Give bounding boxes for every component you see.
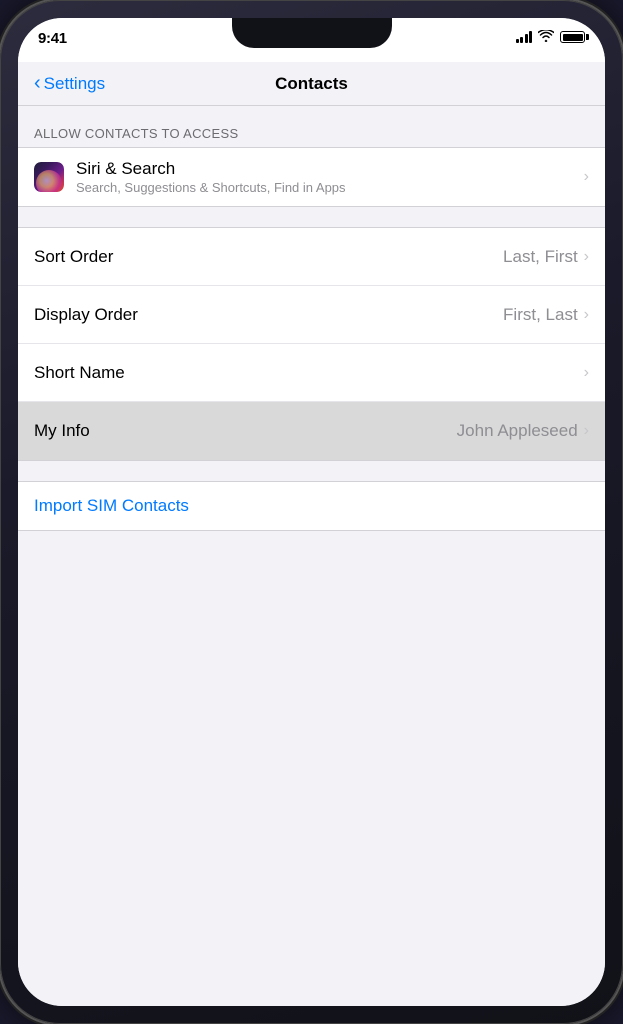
phone-frame: 9:41: [0, 0, 623, 1024]
settings-group-main: Sort Order Last, First › Display Order F…: [18, 227, 605, 461]
wifi-icon: [538, 30, 554, 44]
display-order-row[interactable]: Display Order First, Last ›: [18, 286, 605, 344]
back-label: Settings: [44, 74, 105, 94]
short-name-row[interactable]: Short Name ›: [18, 344, 605, 402]
sort-order-value: Last, First: [503, 247, 578, 267]
sort-order-row[interactable]: Sort Order Last, First ›: [18, 228, 605, 286]
my-info-label: My Info: [34, 421, 90, 440]
siri-subtitle: Search, Suggestions & Shortcuts, Find in…: [76, 180, 584, 195]
bottom-spacer: [18, 531, 605, 571]
spacer-2: [18, 461, 605, 481]
siri-chevron-icon: ›: [584, 168, 589, 186]
siri-content: Siri & Search Search, Suggestions & Shor…: [76, 159, 584, 195]
signal-icon: [516, 31, 533, 43]
nav-bar: ‹ Settings Contacts: [18, 62, 605, 106]
sort-order-chevron-icon: ›: [584, 248, 589, 266]
battery-icon: [560, 31, 585, 43]
my-info-row[interactable]: My Info John Appleseed ›: [18, 402, 605, 460]
spacer-1: [18, 207, 605, 227]
notch: [232, 18, 392, 48]
my-info-content: My Info: [34, 421, 457, 441]
page-title: Contacts: [275, 74, 348, 94]
content-area: ‹ Settings Contacts ALLOW CONTACTS TO AC…: [18, 62, 605, 1006]
status-icons: [516, 30, 586, 44]
import-sim-row[interactable]: Import SIM Contacts: [18, 481, 605, 531]
my-info-value: John Appleseed: [457, 421, 578, 441]
status-time: 9:41: [38, 30, 67, 47]
siri-icon: [34, 162, 64, 192]
short-name-content: Short Name: [34, 363, 584, 383]
display-order-content: Display Order: [34, 305, 503, 325]
section-header-allow: ALLOW CONTACTS TO ACCESS: [18, 106, 605, 147]
siri-group: Siri & Search Search, Suggestions & Shor…: [18, 147, 605, 207]
siri-title: Siri & Search: [76, 159, 584, 179]
display-order-chevron-icon: ›: [584, 306, 589, 324]
display-order-label: Display Order: [34, 305, 138, 324]
sort-order-label: Sort Order: [34, 247, 113, 266]
siri-row[interactable]: Siri & Search Search, Suggestions & Shor…: [18, 148, 605, 206]
short-name-chevron-icon: ›: [584, 364, 589, 382]
my-info-chevron-icon: ›: [584, 422, 589, 440]
back-button[interactable]: ‹ Settings: [34, 74, 105, 94]
short-name-label: Short Name: [34, 363, 125, 382]
phone-screen: 9:41: [18, 18, 605, 1006]
sort-order-content: Sort Order: [34, 247, 503, 267]
back-chevron-icon: ‹: [34, 73, 41, 93]
import-sim-label: Import SIM Contacts: [34, 496, 189, 515]
display-order-value: First, Last: [503, 305, 578, 325]
